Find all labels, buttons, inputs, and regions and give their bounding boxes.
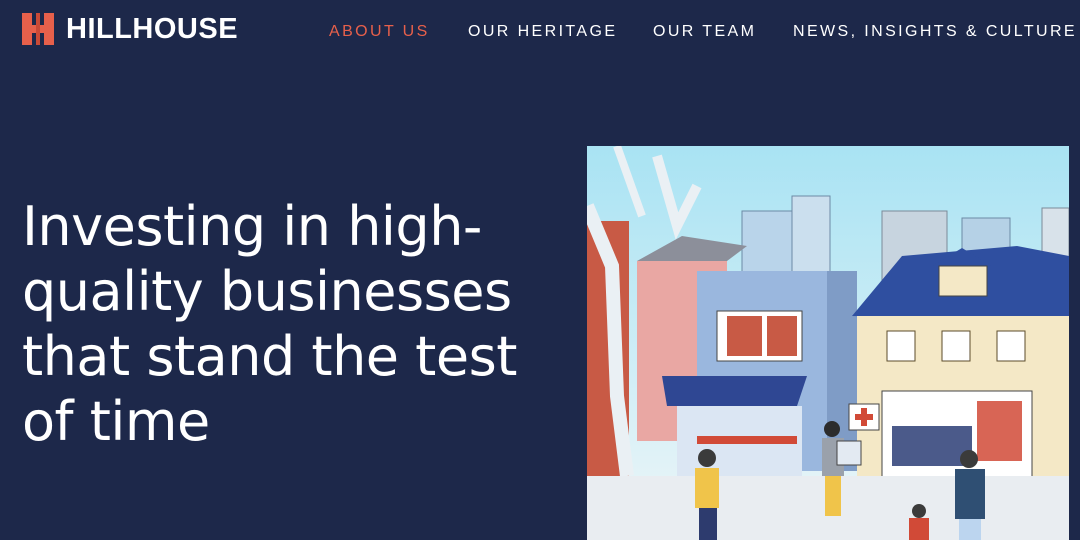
hero-illustration bbox=[587, 146, 1069, 540]
nav-our-heritage[interactable]: OUR HERITAGE bbox=[468, 21, 617, 43]
site-header: HILLHOUSE ABOUT US OUR HERITAGE OUR TEAM… bbox=[0, 0, 1080, 64]
hero-headline: Investing in high-quality businesses tha… bbox=[22, 195, 517, 453]
nav-our-team[interactable]: OUR TEAM bbox=[653, 21, 756, 43]
street-scene-illustration bbox=[587, 146, 1069, 540]
main-nav: ABOUT US OUR HERITAGE OUR TEAM NEWS, INS… bbox=[0, 21, 1080, 43]
nav-about-us[interactable]: ABOUT US bbox=[329, 21, 430, 43]
nav-news-insights-culture[interactable]: NEWS, INSIGHTS & CULTURE bbox=[793, 21, 1077, 43]
